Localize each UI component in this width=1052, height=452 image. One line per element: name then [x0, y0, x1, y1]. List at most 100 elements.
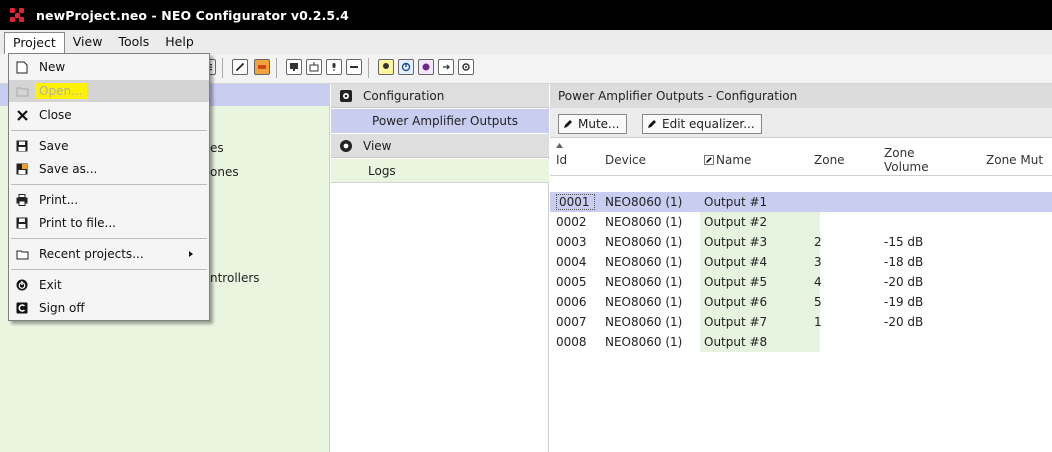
megaphone-icon[interactable]	[254, 59, 270, 75]
nav-power-amplifier-outputs[interactable]: Power Amplifier Outputs	[331, 109, 549, 133]
edit-equalizer-label: Edit equalizer...	[662, 117, 755, 131]
menu-item-label: Open...	[35, 83, 87, 99]
exit-arrow-icon[interactable]	[438, 59, 454, 75]
monitor-icon[interactable]	[286, 59, 302, 75]
tree-item-fragment[interactable]: es	[210, 141, 224, 155]
power-icon[interactable]	[398, 59, 414, 75]
menu-item-label: Close	[39, 108, 72, 122]
menu-item-recent-projects[interactable]: Recent projects...	[9, 243, 209, 265]
cell-zone: 5	[814, 295, 822, 309]
column-header-name[interactable]: Name	[716, 153, 751, 167]
edit-equalizer-button[interactable]: Edit equalizer...	[642, 114, 762, 134]
cell-name[interactable]: Output #8	[700, 332, 820, 352]
cell-device: NEO8060 (1)	[605, 315, 683, 329]
menu-item-new[interactable]: New	[9, 56, 209, 78]
power-icon	[15, 278, 29, 292]
column-header-zone[interactable]: Zone	[814, 153, 845, 167]
cell-zone-volume: -19 dB	[884, 295, 924, 309]
menu-item-open[interactable]: Open...	[9, 80, 209, 102]
menu-item-save-as[interactable]: Save as...	[9, 158, 209, 180]
menu-item-sign-off[interactable]: Sign off	[9, 297, 209, 319]
cell-id: 0003	[556, 235, 587, 249]
print-to-file-icon	[15, 216, 29, 230]
cell-zone: 2	[814, 235, 822, 249]
nav-configuration-header[interactable]: Configuration	[331, 84, 549, 108]
pencil-icon	[648, 120, 656, 128]
menu-item-save[interactable]: Save	[9, 135, 209, 157]
location-pin-icon[interactable]	[378, 59, 394, 75]
cell-device: NEO8060 (1)	[605, 255, 683, 269]
cell-name[interactable]: Output #2	[700, 212, 820, 232]
menu-item-label: Save	[39, 139, 69, 153]
outputs-table-body: 0001 NEO8060 (1) Output #1 0002 NEO8060 …	[550, 192, 1052, 352]
tree-item-fragment[interactable]: ntrollers	[210, 271, 260, 285]
menu-project[interactable]: Project	[4, 32, 65, 54]
menu-item-label: Sign off	[39, 301, 85, 315]
window-title: newProject.neo - NEO Configurator v0.2.5…	[36, 7, 349, 23]
table-row[interactable]: 0008 NEO8060 (1) Output #8	[550, 332, 1052, 352]
outputs-configuration-panel: Power Amplifier Outputs - Configuration …	[550, 84, 1052, 452]
menu-view[interactable]: View	[65, 32, 111, 52]
eye-icon	[340, 139, 352, 152]
cell-name[interactable]: Output #7	[700, 312, 820, 332]
tree-item-fragment[interactable]: ones	[210, 165, 239, 179]
table-row[interactable]: 0005 NEO8060 (1) Output #5 4 -20 dB	[550, 272, 1052, 292]
table-row[interactable]: 0004 NEO8060 (1) Output #4 3 -18 dB	[550, 252, 1052, 272]
toolbar-separator	[222, 58, 223, 78]
cell-zone: 4	[814, 275, 822, 289]
pencil-icon	[564, 120, 572, 128]
nav-view-header[interactable]: View	[331, 134, 549, 158]
column-header-zone-mute[interactable]: Zone Mut	[986, 153, 1043, 167]
pencil-icon	[704, 155, 714, 165]
table-row[interactable]: 0002 NEO8060 (1) Output #2	[550, 212, 1052, 232]
close-icon	[15, 108, 29, 122]
cell-zone: 1	[814, 315, 822, 329]
minus-box-icon[interactable]	[346, 59, 362, 75]
column-header-zone-volume[interactable]: Zone Volume	[884, 146, 944, 174]
mute-button-label: Mute...	[578, 117, 620, 131]
sort-ascending-icon	[556, 143, 563, 148]
toolbar-separator	[276, 58, 277, 78]
action-bar: Mute... Edit equalizer...	[550, 108, 1052, 138]
menu-item-print-to-file[interactable]: Print to file...	[9, 212, 209, 234]
menu-separator	[11, 238, 207, 239]
column-header-id[interactable]: Id	[556, 153, 567, 167]
cell-zone-volume: -18 dB	[884, 255, 924, 269]
menu-item-print[interactable]: Print...	[9, 189, 209, 211]
cell-id: 0006	[556, 295, 587, 309]
cell-name[interactable]: Output #3	[700, 232, 820, 252]
cell-zone-volume: -15 dB	[884, 235, 924, 249]
menu-item-label: Exit	[39, 278, 62, 292]
menu-item-label: Print...	[39, 193, 79, 207]
menu-separator	[11, 269, 207, 270]
cell-id: 0004	[556, 255, 587, 269]
title-bar: newProject.neo - NEO Configurator v0.2.5…	[0, 0, 1052, 30]
menu-tools[interactable]: Tools	[110, 32, 157, 52]
column-header-device[interactable]: Device	[605, 153, 646, 167]
device-icon[interactable]	[306, 59, 322, 75]
settings-icon[interactable]	[458, 59, 474, 75]
menu-separator	[11, 184, 207, 185]
microphone-icon[interactable]	[326, 59, 342, 75]
menu-item-close[interactable]: Close	[9, 104, 209, 126]
menu-separator	[11, 130, 207, 131]
nav-logs[interactable]: Logs	[331, 159, 549, 183]
table-row[interactable]: 0007 NEO8060 (1) Output #7 1 -20 dB	[550, 312, 1052, 332]
cell-name[interactable]: Output #6	[700, 292, 820, 312]
table-header: Id Device Name Zone Zone Volume Zone Mut	[550, 138, 1052, 176]
cell-name[interactable]: Output #4	[700, 252, 820, 272]
table-row[interactable]: 0003 NEO8060 (1) Output #3 2 -15 dB	[550, 232, 1052, 252]
cell-device: NEO8060 (1)	[605, 335, 683, 349]
cell-name[interactable]: Output #5	[700, 272, 820, 292]
edit-pen-icon[interactable]	[232, 59, 248, 75]
menu-help[interactable]: Help	[157, 32, 202, 52]
nav-configuration-label: Configuration	[363, 88, 445, 103]
recent-folder-icon	[15, 247, 29, 261]
chat-icon[interactable]	[418, 59, 434, 75]
menu-item-label: Print to file...	[39, 216, 116, 230]
cell-name[interactable]: Output #1	[700, 192, 820, 212]
mute-button[interactable]: Mute...	[558, 114, 627, 134]
table-row[interactable]: 0006 NEO8060 (1) Output #6 5 -19 dB	[550, 292, 1052, 312]
table-row[interactable]: 0001 NEO8060 (1) Output #1	[550, 192, 1052, 212]
menu-item-exit[interactable]: Exit	[9, 274, 209, 296]
